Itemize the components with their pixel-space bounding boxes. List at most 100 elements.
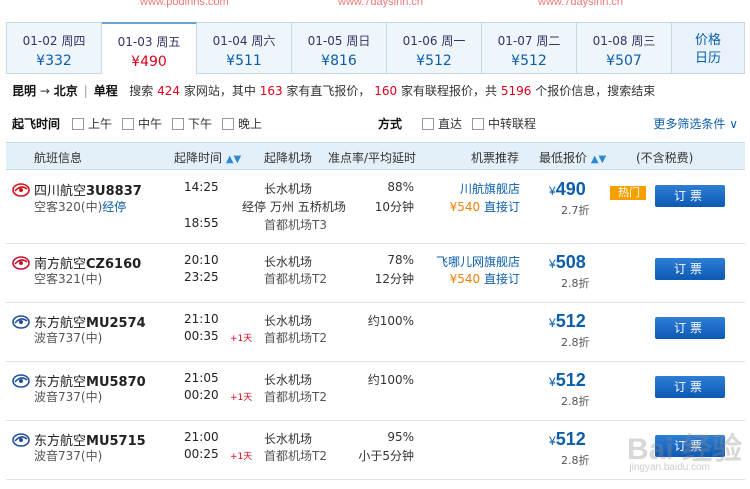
arrival-time: 18:55 — [184, 216, 219, 230]
stopover-airport: 万州 五桥机场 — [270, 200, 346, 214]
arrival-airport: 首都机场T2 — [264, 272, 327, 286]
summary-text: 家网站，其中 — [183, 84, 256, 98]
book-button[interactable]: 订票 — [655, 185, 725, 207]
arrival-airport: 首都机场T2 — [264, 331, 327, 345]
aircraft-label: 波音737(中) — [34, 390, 103, 404]
trip-type: 单程 — [93, 84, 118, 98]
date-tab[interactable]: 01-05 周日 ¥816 — [292, 23, 387, 73]
currency-symbol: ¥ — [549, 257, 556, 271]
direct-count: 163 — [259, 84, 283, 98]
origin-city: 昆明 — [12, 84, 37, 98]
filter-direct[interactable]: 直达 — [422, 115, 462, 132]
date-tab[interactable]: 01-06 周一 ¥512 — [387, 23, 482, 73]
date-tab[interactable]: 01-02 周四 ¥332 — [7, 23, 102, 73]
watermark-text: www.podinns.com — [140, 0, 229, 8]
agent-link[interactable]: 川航旗舰店 — [430, 180, 520, 197]
departure-airport: 长水机场 — [264, 373, 313, 387]
next-day-badge: +1天 — [230, 393, 253, 403]
filter-afternoon[interactable]: 下午 — [172, 115, 212, 132]
sort-icon: ▲▼ — [590, 154, 607, 165]
discount-label: 2.7折 — [561, 204, 590, 217]
agent-price: ¥540 — [449, 200, 481, 214]
filter-evening[interactable]: 晚上 — [222, 115, 262, 132]
agent-direct-book[interactable]: ¥540 直接订 — [430, 198, 520, 215]
filter-transfer[interactable]: 中转联程 — [472, 115, 536, 132]
airline-logo-icon — [12, 314, 30, 333]
date-price: ¥511 — [226, 53, 262, 69]
departure-time: 21:00 — [184, 430, 219, 444]
arrival-time: 00:25 — [184, 447, 219, 461]
date-price: ¥332 — [36, 53, 72, 69]
filter-morning[interactable]: 上午 — [72, 115, 112, 132]
header-time-sort[interactable]: 起降时间 ▲▼ — [174, 149, 241, 166]
more-filters-link[interactable]: 更多筛选条件 ∨ — [653, 115, 738, 132]
stopover-link[interactable]: 经停 — [102, 200, 126, 214]
arrival-time: 23:25 — [184, 270, 219, 284]
header-price-sort[interactable]: 最低报价 ▲▼ — [539, 149, 606, 166]
date-label: 01-04 周六 — [212, 34, 276, 48]
date-tab[interactable]: 01-08 周三 ¥507 — [577, 23, 672, 73]
direct-book-label: 直接订 — [483, 272, 520, 286]
date-tab-selected[interactable]: 01-03 周五 ¥490 — [102, 22, 197, 75]
departure-time-label: 起飞时间 — [12, 117, 61, 131]
currency-symbol: ¥ — [549, 184, 556, 198]
connect-count: 160 — [374, 84, 398, 98]
avg-delay: 10分钟 — [374, 200, 414, 214]
lowest-price: ¥512 — [549, 311, 586, 332]
airline-logo-icon — [12, 255, 30, 274]
checkbox[interactable] — [172, 117, 184, 130]
agent-direct-book[interactable]: ¥540 直接订 — [430, 270, 520, 287]
price-calendar-tab[interactable]: 价格 日历 — [672, 23, 744, 73]
date-label: 01-02 周四 — [22, 34, 86, 48]
date-tab[interactable]: 01-04 周六 ¥511 — [197, 23, 292, 73]
checkbox[interactable] — [122, 117, 134, 130]
checkbox[interactable] — [422, 117, 434, 130]
header-price: 最低报价 — [539, 151, 588, 165]
departure-airport: 长水机场 — [264, 182, 313, 196]
date-tab[interactable]: 01-07 周二 ¥512 — [482, 23, 577, 73]
aircraft-type: 空客320(中)经停 — [34, 198, 126, 215]
lowest-price: ¥490 — [549, 179, 586, 200]
flight-row: 东方航空MU2574 波音737(中) 21:10 00:35 +1天 长水机场 首都机场T… — [6, 303, 745, 362]
destination-city: 北京 — [53, 84, 78, 98]
aircraft-label: 波音737(中) — [34, 331, 103, 345]
results-header: 航班信息 起降时间 ▲▼ 起降机场 准点率/平均延时 机票推荐 最低报价 ▲▼ … — [6, 142, 745, 170]
date-label: 01-08 周三 — [592, 34, 656, 48]
date-price: ¥816 — [321, 53, 357, 69]
filter-noon[interactable]: 中午 — [122, 115, 162, 132]
watermark-text: www.7daysinn.cn — [338, 0, 423, 8]
book-button[interactable]: 订票 — [655, 317, 725, 339]
airline-name: 四川航空3U8837 — [34, 180, 142, 199]
arrival-airport: 首都机场T2 — [264, 390, 327, 404]
arrival-airport: 首都机场T3 — [264, 218, 327, 232]
discount-label: 2.8折 — [561, 336, 590, 349]
direct-book-label: 直接订 — [483, 200, 520, 214]
departure-time: 14:25 — [184, 180, 219, 194]
book-button[interactable]: 订票 — [655, 258, 725, 280]
price-value: 512 — [555, 429, 586, 449]
calendar-label: 价格 — [694, 33, 721, 48]
aircraft-label: 空客321(中) — [34, 272, 103, 286]
summary-text: 家有直飞报价， — [286, 84, 371, 98]
price-value: 508 — [555, 252, 586, 272]
filter-option-label: 下午 — [188, 117, 213, 131]
aircraft-label: 空客320(中) — [34, 200, 103, 214]
currency-symbol: ¥ — [549, 316, 556, 330]
checkbox[interactable] — [72, 117, 84, 130]
agent-link[interactable]: 飞哪儿网旗舰店 — [430, 253, 520, 270]
aircraft-type: 波音737(中) — [34, 388, 102, 405]
date-price: ¥507 — [606, 53, 642, 69]
departure-time: 20:10 — [184, 253, 219, 267]
date-price: ¥490 — [131, 54, 167, 70]
checkbox[interactable] — [472, 117, 484, 130]
book-button[interactable]: 订票 — [655, 376, 725, 398]
discount-label: 2.8折 — [561, 454, 590, 467]
header-ontime: 准点率/平均延时 — [328, 151, 417, 165]
header-tax-note: (不含税费) — [636, 151, 694, 165]
airline-logo-icon — [12, 432, 30, 451]
next-day-badge: +1天 — [230, 452, 253, 462]
checkbox[interactable] — [222, 117, 234, 130]
departure-airport: 长水机场 — [264, 255, 313, 269]
agent-price: ¥540 — [449, 272, 481, 286]
discount-label: 2.8折 — [561, 395, 590, 408]
